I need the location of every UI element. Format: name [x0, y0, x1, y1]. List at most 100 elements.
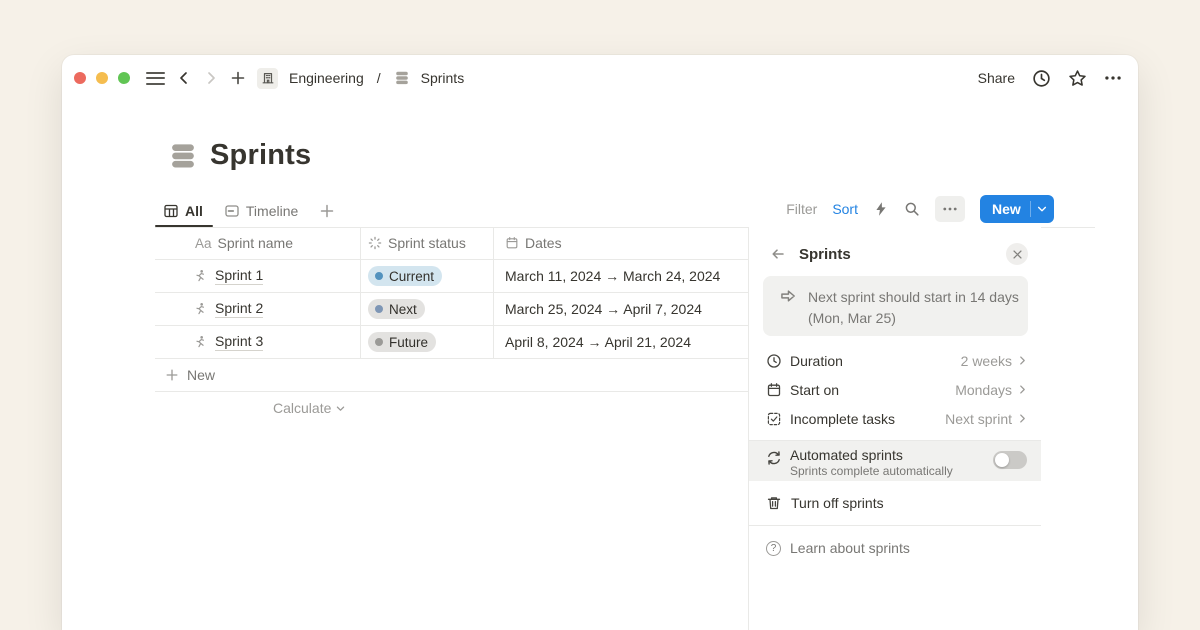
updates-button[interactable]: [1032, 69, 1051, 88]
plus-icon: [230, 70, 246, 86]
automated-text: Automated sprints Sprints complete autom…: [790, 447, 953, 479]
learn-label: Learn about sprints: [790, 540, 910, 556]
calculate-label: Calculate: [273, 400, 331, 416]
new-page-button[interactable]: [230, 70, 246, 86]
chevron-down-icon: [335, 403, 346, 414]
status-badge[interactable]: Future: [368, 332, 436, 352]
status-badge[interactable]: Current: [368, 266, 442, 286]
lightning-icon: [873, 201, 889, 217]
chevron-right-icon: [1017, 384, 1028, 395]
breadcrumb-separator: /: [377, 70, 381, 86]
table-row[interactable]: Sprint 2 Next March 25, 2024 → April 7, …: [155, 293, 748, 326]
share-button[interactable]: Share: [978, 70, 1015, 86]
notice-line-2: (Mon, Mar 25): [808, 308, 1019, 329]
new-button-divider: [1030, 201, 1031, 217]
setting-label: Incomplete tasks: [790, 411, 895, 427]
database-page-icon: [168, 141, 198, 171]
setting-duration[interactable]: Duration 2 weeks: [749, 346, 1041, 375]
page-title: Sprints: [210, 139, 311, 172]
breadcrumb-page[interactable]: Sprints: [421, 70, 465, 86]
setting-label: Duration: [790, 353, 843, 369]
column-divider: [360, 227, 361, 359]
add-view-button[interactable]: [319, 203, 335, 219]
running-person-icon: [193, 269, 207, 283]
back-button[interactable]: [176, 70, 192, 86]
tab-timeline-label: Timeline: [246, 203, 298, 219]
view-more-button[interactable]: [935, 196, 965, 222]
panel-back-button[interactable]: [770, 246, 786, 262]
setting-incomplete-tasks[interactable]: Incomplete tasks Next sprint: [749, 404, 1041, 433]
panel-title: Sprints: [799, 246, 851, 263]
search-button[interactable]: [904, 201, 920, 217]
titlebar: Engineering / Sprints Share: [62, 55, 1138, 101]
setting-start-on[interactable]: Start on Mondays: [749, 375, 1041, 404]
minimize-window-button[interactable]: [96, 72, 108, 84]
ellipsis-icon: [1104, 69, 1122, 87]
sprint-name-link[interactable]: Sprint 2: [215, 300, 263, 318]
table-view-icon: [163, 203, 179, 219]
close-window-button[interactable]: [74, 72, 86, 84]
new-row-label: New: [187, 367, 215, 383]
panel-header: Sprints: [749, 227, 1041, 267]
status-label: Current: [389, 269, 434, 284]
setting-value: Mondays: [955, 382, 1012, 398]
column-header-sprint-status[interactable]: Sprint status: [360, 235, 493, 251]
column-divider: [493, 227, 494, 359]
tab-all[interactable]: All: [163, 203, 203, 219]
column-header-dates[interactable]: Dates: [493, 235, 748, 251]
calculate-button[interactable]: Calculate: [273, 400, 346, 416]
sprint-name-link[interactable]: Sprint 3: [215, 333, 263, 351]
setting-label: Start on: [790, 382, 839, 398]
more-options-button[interactable]: [1104, 69, 1122, 87]
sidebar-menu-icon[interactable]: [146, 72, 165, 85]
sprints-table: Aa Sprint name Sprint status Dates: [155, 227, 748, 392]
new-record-button[interactable]: New: [980, 195, 1054, 223]
forward-button[interactable]: [203, 70, 219, 86]
setting-value: 2 weeks: [961, 353, 1012, 369]
breadcrumb-workspace[interactable]: Engineering: [289, 70, 364, 86]
database-icon: [394, 70, 410, 86]
building-icon: [261, 71, 275, 85]
plus-icon: [319, 203, 335, 219]
star-icon: [1068, 69, 1087, 88]
chevron-right-icon: [203, 70, 219, 86]
automated-sprints-row[interactable]: Automated sprints Sprints complete autom…: [749, 441, 1041, 481]
toggle-knob: [995, 453, 1009, 467]
automations-button[interactable]: [873, 201, 889, 217]
chevron-right-icon: [1017, 355, 1028, 366]
filter-button[interactable]: Filter: [786, 201, 817, 217]
arrow-left-icon: [770, 246, 786, 262]
status-dot: [375, 272, 383, 280]
favorite-button[interactable]: [1068, 69, 1087, 88]
dates-cell[interactable]: March 11, 2024 → March 24, 2024: [493, 268, 748, 284]
column-label: Sprint status: [388, 235, 466, 251]
new-row-button[interactable]: New: [155, 359, 748, 392]
checkbox-dashed-icon: [766, 411, 782, 427]
search-icon: [904, 201, 920, 217]
timeline-view-icon: [224, 203, 240, 219]
clock-icon: [1032, 69, 1051, 88]
automated-sprints-toggle[interactable]: [993, 451, 1027, 469]
dates-cell[interactable]: March 25, 2024 → April 7, 2024: [493, 301, 748, 317]
chevron-down-icon[interactable]: [1036, 203, 1048, 215]
table-row[interactable]: Sprint 1 Current March 11, 2024 → March …: [155, 260, 748, 293]
status-property-icon: [368, 236, 382, 250]
sort-button[interactable]: Sort: [832, 201, 858, 217]
sprint-name-link[interactable]: Sprint 1: [215, 267, 263, 285]
panel-close-button[interactable]: [1006, 243, 1028, 265]
text-property-icon: Aa: [195, 236, 212, 251]
new-button-label: New: [980, 201, 1021, 217]
arrow-right-outline-icon: [779, 287, 797, 305]
column-header-sprint-name[interactable]: Aa Sprint name: [155, 235, 360, 251]
status-badge[interactable]: Next: [368, 299, 425, 319]
teamspace-icon[interactable]: [257, 68, 278, 89]
learn-about-sprints-link[interactable]: ? Learn about sprints: [749, 526, 1041, 570]
turn-off-sprints-button[interactable]: Turn off sprints: [749, 481, 1041, 525]
status-dot: [375, 338, 383, 346]
table-row[interactable]: Sprint 3 Future April 8, 2024 → April 21…: [155, 326, 748, 359]
dates-cell[interactable]: April 8, 2024 → April 21, 2024: [493, 334, 748, 350]
desktop-background: Engineering / Sprints Share: [0, 0, 1200, 630]
tab-timeline[interactable]: Timeline: [224, 203, 298, 219]
zoom-window-button[interactable]: [118, 72, 130, 84]
table-header-row: Aa Sprint name Sprint status Dates: [155, 227, 748, 260]
